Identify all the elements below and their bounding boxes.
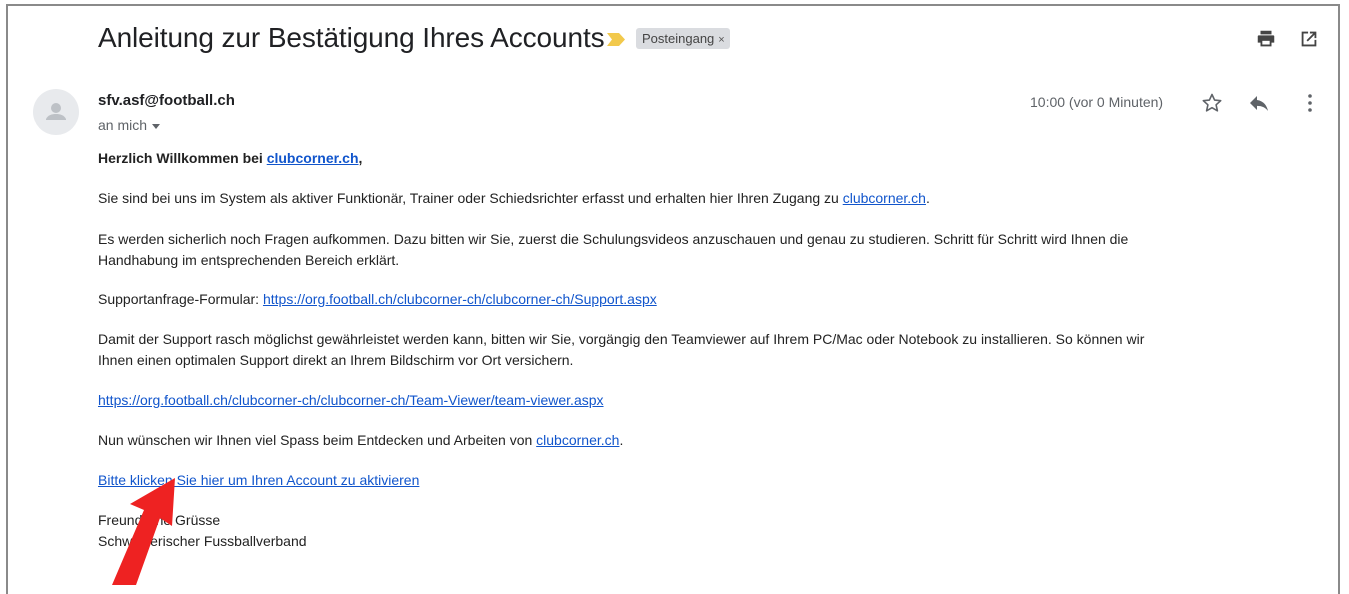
paragraph-teamviewer-link: https://org.football.ch/clubcorner-ch/cl…: [98, 390, 604, 411]
label-chip-text: Posteingang: [642, 31, 715, 46]
sender-avatar[interactable]: [33, 89, 79, 135]
email-timestamp: 10:00 (vor 0 Minuten): [1030, 94, 1164, 110]
recipient-label: an mich: [98, 117, 148, 133]
teamviewer-link[interactable]: https://org.football.ch/clubcorner-ch/cl…: [98, 392, 604, 408]
support-form-label: Supportanfrage-Formular:: [98, 291, 263, 307]
recipient-details-toggle[interactable]: an mich: [98, 117, 161, 133]
more-vertical-icon[interactable]: [1298, 91, 1322, 115]
chevron-down-icon: [152, 123, 161, 129]
person-avatar-icon: [46, 103, 66, 120]
clubcorner-link[interactable]: clubcorner.ch: [843, 190, 926, 206]
red-pointer-arrow-icon: [112, 478, 175, 585]
importance-marker-icon[interactable]: [607, 33, 625, 46]
paragraph-teamviewer-line2: Ihnen einen optimalen Support direkt an …: [98, 352, 574, 368]
remove-label-button[interactable]: ×: [718, 34, 724, 46]
greeting-text: Herzlich Willkommen bei: [98, 150, 267, 166]
paragraph-access: Sie sind bei uns im System als aktiver F…: [98, 188, 930, 209]
greeting-suffix: ,: [358, 150, 363, 166]
paragraph-wishes-suffix: .: [619, 432, 624, 448]
paragraph-access-suffix: .: [925, 190, 930, 206]
star-icon[interactable]: [1200, 91, 1224, 115]
open-in-new-window-icon[interactable]: [1298, 28, 1320, 50]
paragraph-wishes-text: Nun wünschen wir Ihnen viel Spass beim E…: [98, 432, 537, 448]
sender-address[interactable]: sfv.asf@football.ch: [98, 92, 235, 109]
paragraph-support-form: Supportanfrage-Formular: https://org.foo…: [98, 289, 657, 310]
greeting-line: Herzlich Willkommen bei clubcorner.ch,: [98, 148, 362, 169]
paragraph-questions-line2: Handhabung im entsprechenden Bereich erk…: [98, 252, 400, 268]
support-form-link[interactable]: https://org.football.ch/clubcorner-ch/cl…: [263, 291, 657, 307]
clubcorner-link[interactable]: clubcorner.ch: [267, 150, 359, 166]
print-icon[interactable]: [1255, 28, 1277, 50]
paragraph-access-text: Sie sind bei uns im System als aktiver F…: [98, 190, 843, 206]
paragraph-wishes: Nun wünschen wir Ihnen viel Spass beim E…: [98, 430, 623, 451]
paragraph-questions-line1: Es werden sicherlich noch Fragen aufkomm…: [98, 231, 1129, 247]
paragraph-teamviewer-line1: Damit der Support rasch möglichst gewähr…: [98, 331, 1145, 347]
label-chip-inbox: Posteingang ×: [636, 28, 730, 49]
reply-icon[interactable]: [1247, 91, 1271, 115]
email-subject: Anleitung zur Bestätigung Ihres Accounts: [98, 22, 605, 53]
clubcorner-link[interactable]: clubcorner.ch: [536, 432, 619, 448]
